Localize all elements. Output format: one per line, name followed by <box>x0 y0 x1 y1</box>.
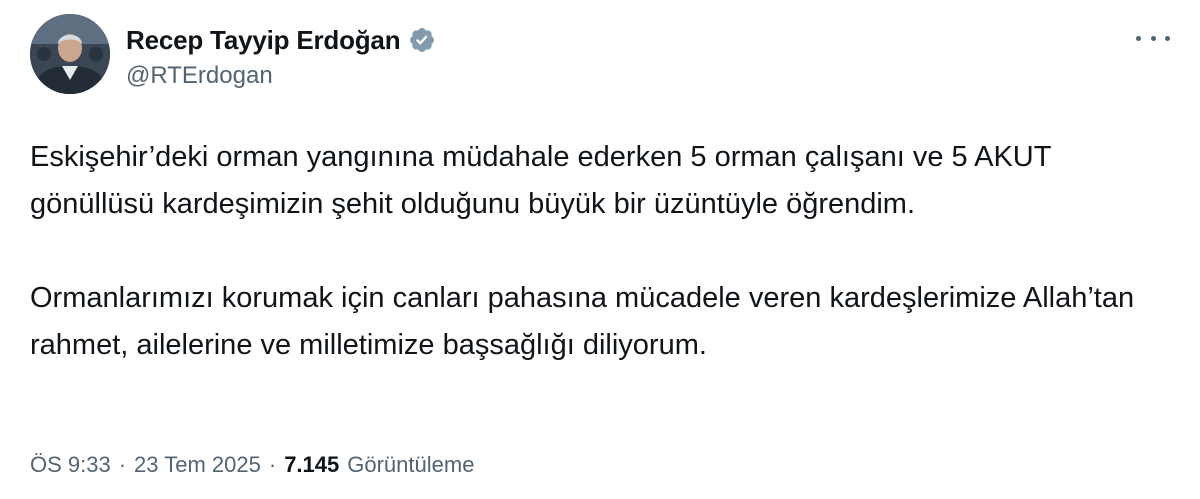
dot <box>1165 35 1170 41</box>
tweet-card: Recep Tayyip Erdoğan @RTErdogan Eskişehi… <box>0 0 1200 499</box>
tweet-text: Eskişehir’deki orman yangınına müdahale … <box>30 134 1180 369</box>
meta-separator: · <box>268 452 277 477</box>
views-count: 7.145 <box>284 452 340 477</box>
more-options-icon[interactable] <box>1136 28 1170 48</box>
author-display-name[interactable]: Recep Tayyip Erdoğan <box>126 25 401 56</box>
author-name-row: Recep Tayyip Erdoğan <box>126 20 436 60</box>
verified-badge-icon[interactable] <box>408 26 436 54</box>
tweet-paragraph: Ormanlarımızı korumak için canları pahas… <box>30 282 1135 361</box>
tweet-paragraph: Eskişehir’deki orman yangınına müdahale … <box>30 141 1051 220</box>
avatar[interactable] <box>30 14 110 94</box>
meta-separator: · <box>118 452 127 477</box>
dot <box>1136 35 1141 41</box>
views-label: Görüntüleme <box>347 452 475 477</box>
dot <box>1150 35 1156 41</box>
tweet-date[interactable]: 23 Tem 2025 <box>134 452 261 478</box>
tweet-meta: ÖS 9:33 · 23 Tem 2025 · 7.145 Görüntülem… <box>30 452 474 478</box>
author-handle[interactable]: @RTErdogan <box>126 62 273 90</box>
tweet-time[interactable]: ÖS 9:33 <box>30 452 111 478</box>
profile-photo-icon <box>30 14 110 94</box>
